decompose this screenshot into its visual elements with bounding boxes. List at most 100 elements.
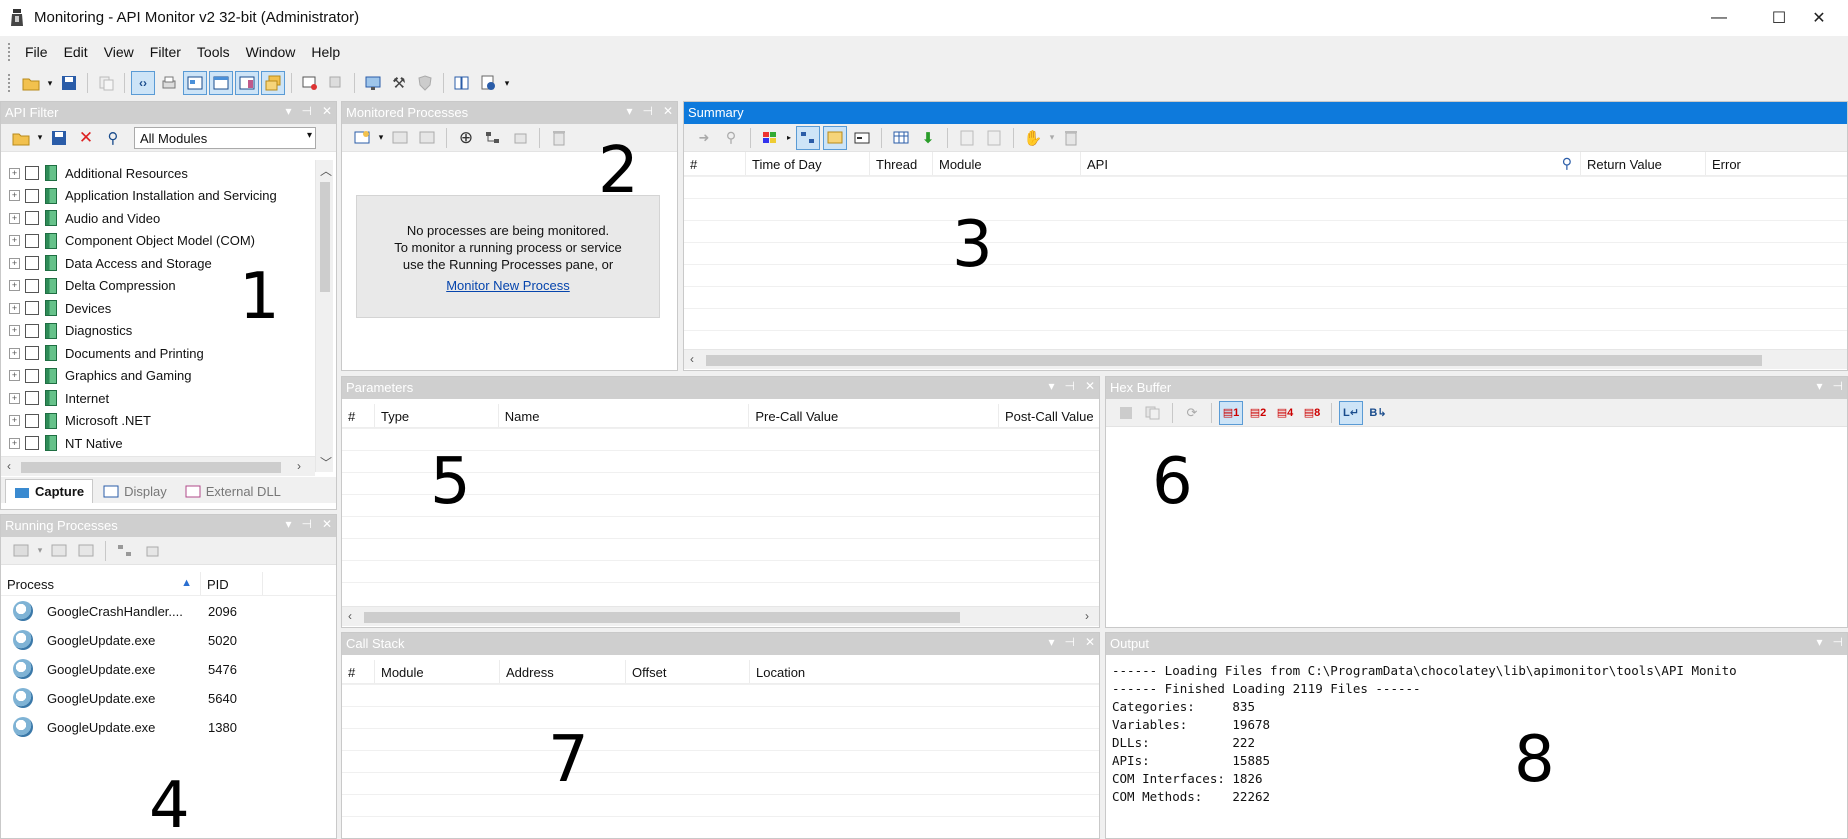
close-icon[interactable]: ✕ [663, 104, 673, 118]
column-type[interactable]: Type [375, 404, 499, 427]
dropdown-arrow-icon[interactable]: ▸ [785, 126, 793, 150]
pin-icon[interactable]: ⊣ [1833, 635, 1843, 649]
column-api[interactable]: API ⚲ [1081, 152, 1581, 175]
column-thread[interactable]: Thread [870, 152, 933, 175]
minimize-button[interactable]: — [1690, 0, 1748, 36]
code-view-icon[interactable]: ‹› [131, 71, 155, 95]
process-row[interactable]: GoogleUpdate.exe 5640 [13, 685, 237, 711]
tree-item[interactable]: + Diagnostics [9, 320, 132, 342]
dropdown-arrow-icon[interactable]: ▾ [1048, 126, 1056, 150]
column-address[interactable]: Address [500, 660, 626, 683]
expand-icon[interactable]: + [9, 302, 20, 314]
scroll-left-icon[interactable]: ‹ [690, 352, 694, 366]
category-checkbox[interactable] [25, 188, 39, 203]
monitor-process-icon[interactable] [9, 539, 33, 563]
dropdown-icon[interactable]: ▾ [285, 517, 291, 531]
detach-icon[interactable] [508, 126, 532, 150]
close-button[interactable]: ✕ [1790, 0, 1848, 36]
category-checkbox[interactable] [25, 413, 39, 428]
expand-icon[interactable]: + [9, 190, 20, 201]
copy-icon[interactable] [1141, 401, 1165, 425]
tree-item[interactable]: + Internet [9, 387, 109, 409]
tree-view-icon[interactable] [481, 126, 505, 150]
trash-icon[interactable] [547, 126, 571, 150]
expand-icon[interactable]: + [9, 167, 20, 179]
menu-view[interactable]: View [96, 44, 142, 60]
tab-external-dll[interactable]: External DLL [177, 479, 289, 503]
dropdown-arrow-icon[interactable]: ▾ [36, 539, 44, 563]
byte-2-icon[interactable]: ▤2 [1246, 401, 1270, 425]
find-icon[interactable]: ⚲ [719, 126, 743, 150]
scroll-left-icon[interactable]: ‹ [7, 459, 11, 473]
tree-mode-icon[interactable] [796, 125, 820, 150]
category-checkbox[interactable] [25, 436, 39, 450]
book-icon[interactable] [450, 71, 474, 95]
properties-icon[interactable] [47, 539, 71, 563]
open-icon[interactable] [19, 71, 43, 95]
big-endian-icon[interactable]: B↳ [1366, 401, 1390, 425]
close-icon[interactable]: ✕ [1085, 379, 1095, 393]
column-name[interactable]: Name [499, 404, 750, 427]
dropdown-icon[interactable]: ▾ [1817, 635, 1823, 649]
category-checkbox[interactable] [25, 368, 39, 383]
column-pid[interactable]: PID [201, 572, 263, 595]
pane-layout-icon[interactable] [183, 71, 207, 95]
dropdown-arrow-icon[interactable]: ▾ [377, 126, 385, 150]
byte-8-icon[interactable]: ▤8 [1300, 401, 1324, 425]
pin-icon[interactable]: ⊣ [642, 104, 652, 118]
category-checkbox[interactable] [25, 346, 39, 360]
column-error[interactable]: Error [1706, 152, 1846, 175]
menu-edit[interactable]: Edit [56, 44, 96, 60]
scroll-down-icon[interactable]: ﹀ [320, 454, 332, 471]
close-icon[interactable]: ✕ [1085, 635, 1095, 649]
dropdown-icon[interactable]: ▾ [626, 104, 632, 118]
column-location[interactable]: Location [750, 660, 950, 683]
tree-item[interactable]: + Additional Resources [9, 162, 188, 184]
column-process[interactable]: Process ▲ [1, 572, 201, 595]
search-icon[interactable]: ⚲ [1562, 155, 1572, 172]
process-row[interactable]: GoogleUpdate.exe 5020 [13, 627, 237, 653]
tree-item[interactable]: + NT Native [9, 432, 123, 454]
module-select[interactable]: All Modules ▾ [134, 126, 316, 149]
refresh-list-icon[interactable] [74, 539, 98, 563]
save-icon[interactable] [57, 71, 81, 95]
expand-icon[interactable]: + [9, 235, 20, 246]
column-pre-call-value[interactable]: Pre-Call Value [749, 404, 999, 427]
table-icon[interactable] [889, 126, 913, 150]
dropdown-icon[interactable]: ▾ [1048, 379, 1054, 393]
filter-disabled-icon[interactable] [324, 71, 348, 95]
tree-vertical-scrollbar[interactable]: ︿ ﹀ [315, 160, 333, 472]
tree-item[interactable]: + Microsoft .NET [9, 410, 151, 432]
process-row[interactable]: GoogleCrashHandler.... 2096 [13, 598, 237, 624]
column-offset[interactable]: Offset [626, 660, 750, 683]
dropdown-arrow-icon[interactable]: ▾ [45, 71, 55, 95]
hand-icon[interactable]: ✋ [1021, 126, 1045, 150]
color-icon[interactable] [758, 126, 782, 150]
close-icon[interactable]: ✕ [322, 517, 332, 531]
column-module[interactable]: Module [375, 660, 500, 683]
pin-icon[interactable]: ⊣ [1833, 379, 1843, 393]
shield-icon[interactable] [413, 71, 437, 95]
pin-icon[interactable]: ⊣ [1064, 379, 1074, 393]
save-icon[interactable] [1114, 401, 1138, 425]
byte-4-icon[interactable]: ▤4 [1273, 401, 1297, 425]
tree-horizontal-scrollbar[interactable]: ‹ › [1, 456, 315, 476]
dropdown-arrow-icon[interactable]: ▾ [36, 126, 44, 150]
process-row[interactable]: GoogleUpdate.exe 5476 [13, 656, 237, 682]
expand-icon[interactable]: + [9, 212, 20, 224]
window-split-icon[interactable] [235, 71, 259, 95]
tree-item[interactable]: + Audio and Video [9, 207, 160, 229]
column-post-call-value[interactable]: Post-Call Value [999, 404, 1099, 427]
go-to-icon[interactable]: ➜ [692, 126, 716, 150]
column-number[interactable]: # [342, 404, 375, 427]
save-icon[interactable] [47, 126, 71, 150]
column-time-of-day[interactable]: Time of Day [746, 152, 870, 175]
pin-icon[interactable]: ⊣ [301, 104, 311, 118]
menu-help[interactable]: Help [303, 44, 348, 60]
scroll-thumb[interactable] [706, 355, 1762, 366]
overflow-icon[interactable]: ▾ [502, 71, 512, 95]
detach-icon[interactable] [140, 539, 164, 563]
dropdown-icon[interactable]: ▾ [1048, 635, 1054, 649]
refresh-icon[interactable]: ⟳ [1180, 401, 1204, 425]
category-checkbox[interactable] [25, 256, 39, 270]
